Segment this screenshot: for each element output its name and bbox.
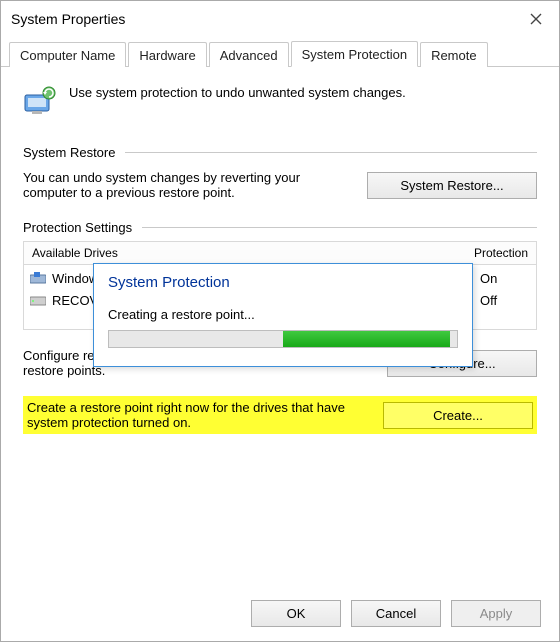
system-restore-button[interactable]: System Restore... [367,172,537,199]
info-text: Use system protection to undo unwanted s… [69,85,406,100]
tab-remote[interactable]: Remote [420,42,488,67]
tab-hardware[interactable]: Hardware [128,42,206,67]
progress-fill [283,331,450,347]
apply-button: Apply [451,600,541,627]
create-desc: Create a restore point right now for the… [27,400,365,430]
cancel-button[interactable]: Cancel [351,600,441,627]
col-protection: Protection [474,246,528,260]
section-title-restore: System Restore [23,145,115,160]
tab-advanced[interactable]: Advanced [209,42,289,67]
system-restore-row: You can undo system changes by reverting… [23,170,537,200]
system-protection-icon [23,85,57,119]
disk-icon [30,272,46,284]
progress-message: Creating a restore point... [108,307,458,322]
dialog-button-row: OK Cancel Apply [1,585,559,641]
disk-icon [30,294,46,306]
progress-bar [108,330,458,348]
progress-dialog-title: System Protection [94,264,472,307]
progress-dialog: System Protection Creating a restore poi… [93,263,473,367]
section-system-restore-header: System Restore [23,145,537,160]
close-icon [530,13,542,25]
system-restore-desc: You can undo system changes by reverting… [23,170,349,200]
drive-status: Off [480,293,530,308]
window-title: System Properties [1,11,125,27]
col-available-drives: Available Drives [32,246,474,260]
divider [125,152,537,153]
titlebar[interactable]: System Properties [1,1,559,37]
info-row: Use system protection to undo unwanted s… [23,85,537,119]
tab-system-protection[interactable]: System Protection [291,41,419,67]
tab-computer-name[interactable]: Computer Name [9,42,126,67]
tabstrip: Computer Name Hardware Advanced System P… [1,37,559,67]
close-button[interactable] [513,1,559,37]
ok-button[interactable]: OK [251,600,341,627]
system-properties-window: System Properties Computer Name Hardware… [0,0,560,642]
section-protection-header: Protection Settings [23,220,537,235]
section-title-protection: Protection Settings [23,220,132,235]
drive-status: On [480,271,530,286]
drive-list-header: Available Drives Protection [23,241,537,264]
create-button[interactable]: Create... [383,402,533,429]
divider [142,227,537,228]
create-row-highlighted: Create a restore point right now for the… [23,396,537,434]
